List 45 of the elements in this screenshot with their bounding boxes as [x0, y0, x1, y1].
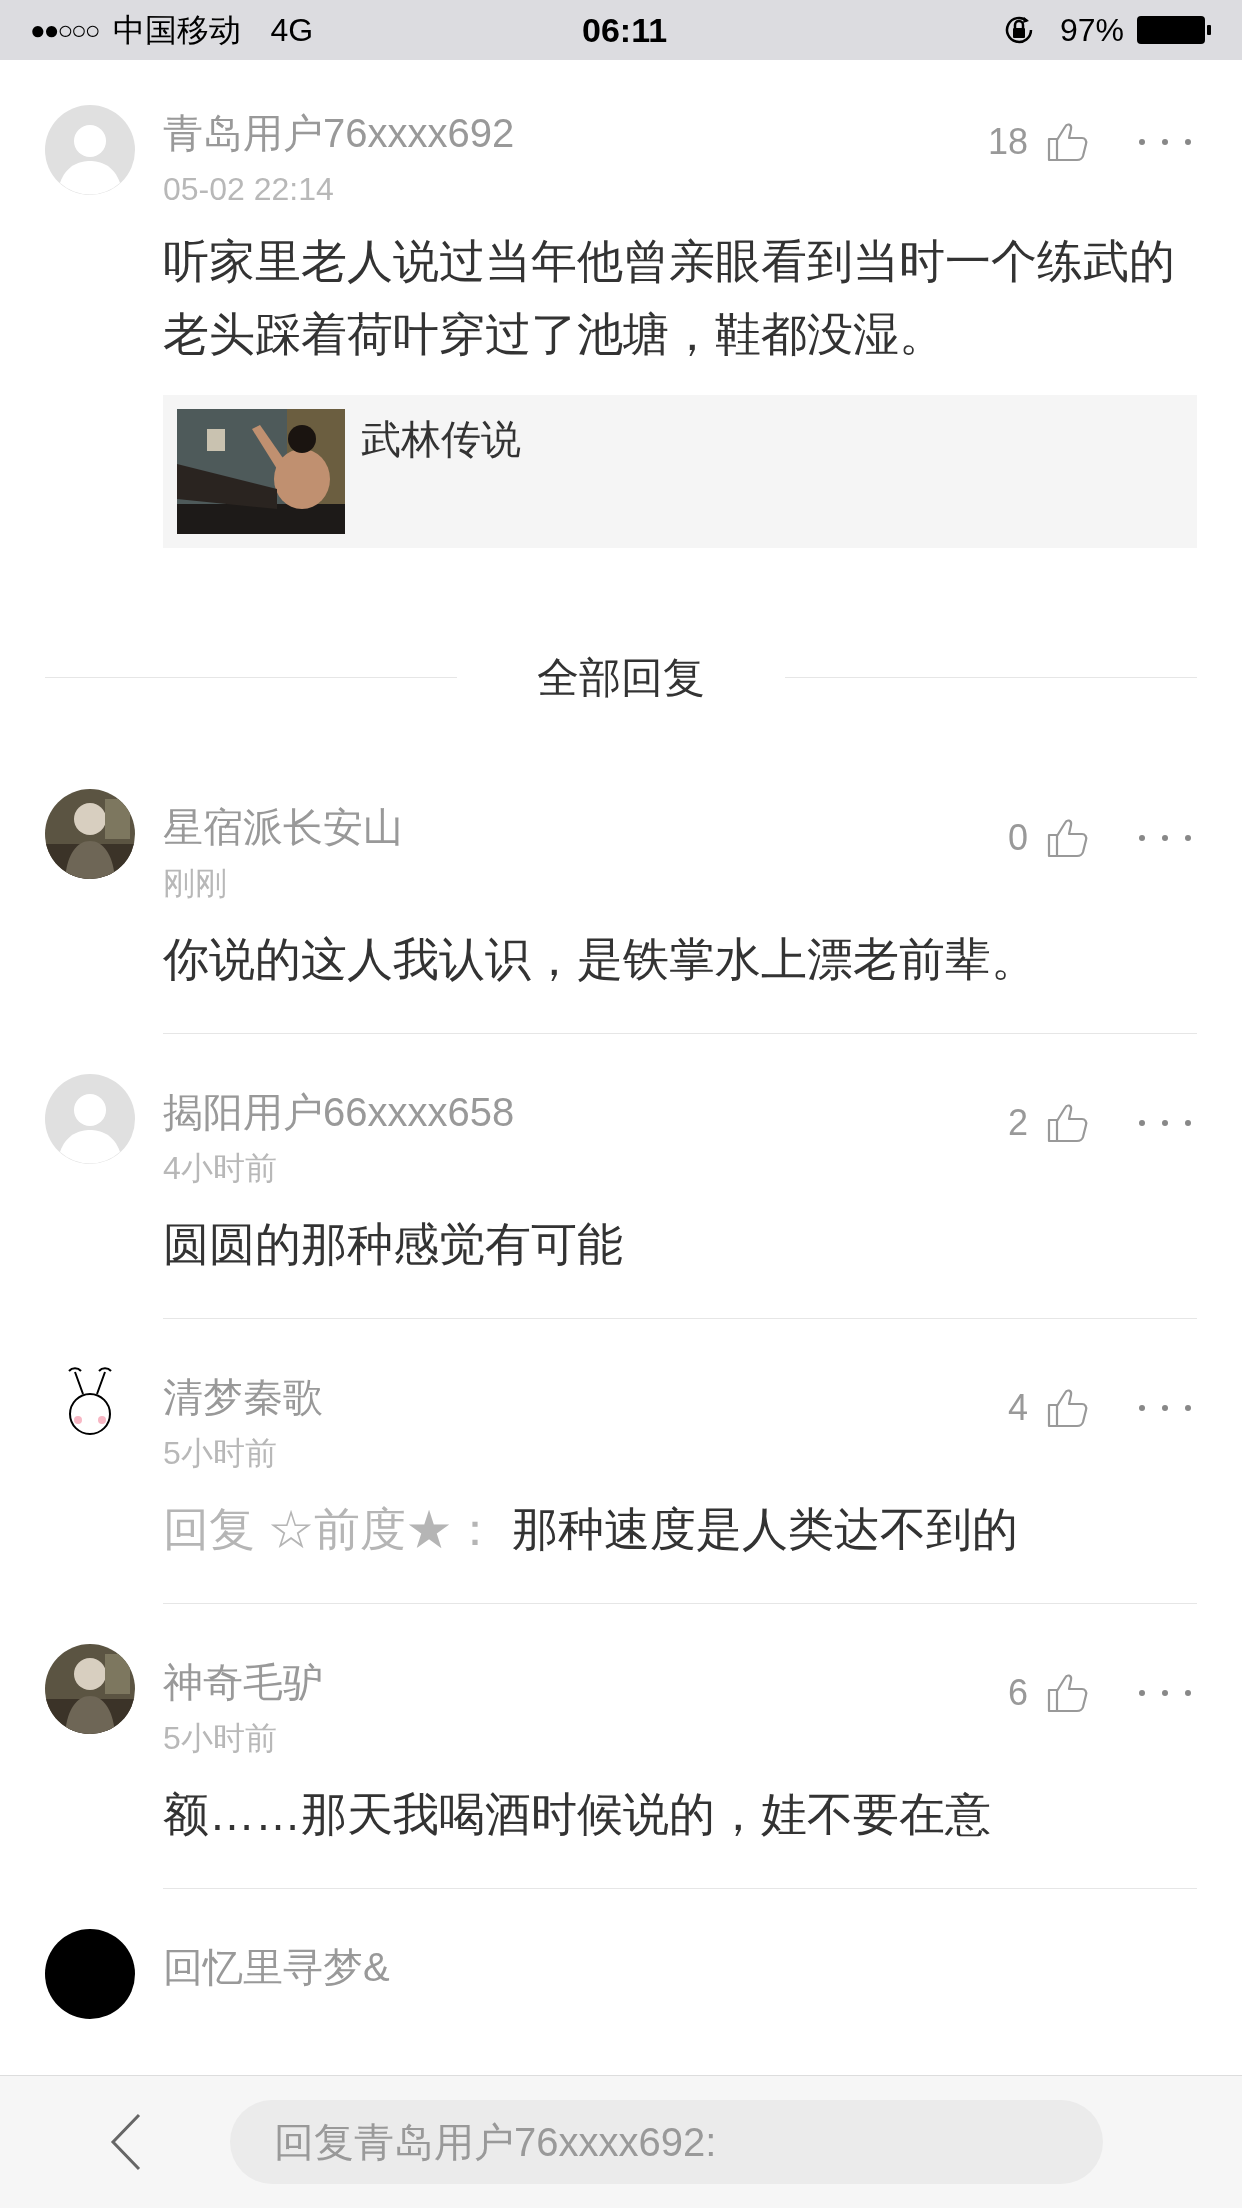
- reply-input[interactable]: 回复青岛用户76xxxx692:: [230, 2100, 1103, 2184]
- comment-time: 4小时前: [163, 1149, 278, 1188]
- avatar-icon: [45, 105, 135, 195]
- like-count: 18: [987, 120, 1028, 164]
- more-icon[interactable]: [1138, 834, 1192, 842]
- more-icon[interactable]: [1138, 138, 1192, 146]
- reply-text: 圆圆的那种感觉有可能: [163, 1212, 1197, 1319]
- thumbs-up-icon[interactable]: [1046, 1102, 1088, 1144]
- user-name[interactable]: 清梦秦歌: [163, 1371, 1008, 1423]
- more-icon[interactable]: [1138, 1689, 1192, 1697]
- thumbs-up-icon[interactable]: [1046, 121, 1088, 163]
- more-icon[interactable]: [1138, 1404, 1192, 1412]
- like-count: 0: [1007, 816, 1028, 860]
- battery-icon: [1136, 14, 1212, 46]
- link-card[interactable]: 武林传说: [163, 395, 1197, 548]
- user-name[interactable]: 神奇毛驴: [163, 1656, 1008, 1708]
- comment-time: 刚刚: [163, 864, 228, 903]
- avatar-icon: [45, 1074, 135, 1164]
- reply-text: 回复 ☆前度★： 那种速度是人类达不到的: [163, 1497, 1197, 1604]
- like-count: 4: [1007, 1386, 1028, 1430]
- like-count: 2: [1007, 1101, 1028, 1145]
- comment-time: 5小时前: [163, 1719, 278, 1758]
- clock: 06:11: [582, 9, 668, 51]
- user-name[interactable]: 星宿派长安山: [163, 801, 1008, 853]
- battery-percent: 97%: [1059, 11, 1124, 50]
- thumbs-up-icon[interactable]: [1046, 817, 1088, 859]
- thumbs-up-icon[interactable]: [1046, 1672, 1088, 1714]
- back-icon[interactable]: [110, 2113, 142, 2171]
- user-name[interactable]: 青岛用户76xxxx692: [163, 107, 988, 159]
- comment-text: 听家里老人说过当年他曾亲眼看到当时一个练武的老头踩着荷叶穿过了池塘，鞋都没湿。: [163, 234, 1176, 362]
- signal-strength: ●●○○○: [30, 13, 99, 47]
- avatar-icon: [45, 1929, 135, 2019]
- comment-time: 05-02 22:14: [163, 170, 335, 209]
- card-title: 武林传说: [361, 416, 521, 463]
- section-title: 全部回复: [537, 653, 705, 703]
- like-count: 6: [1007, 1671, 1028, 1715]
- carrier-name: 中国移动: [112, 11, 241, 50]
- reply-text: 额……那天我喝酒时候说的，娃不要在意: [163, 1782, 1197, 1889]
- more-icon[interactable]: [1138, 1119, 1192, 1127]
- comment-time: 5小时前: [163, 1434, 278, 1473]
- thumbs-up-icon[interactable]: [1046, 1387, 1088, 1429]
- network-type: 4G: [270, 11, 314, 50]
- reply-text: 你说的这人我认识，是铁掌水上漂老前辈。: [163, 927, 1197, 1034]
- user-name[interactable]: 揭阳用户66xxxx658: [163, 1086, 1008, 1138]
- user-name[interactable]: 回忆里寻梦&: [163, 1941, 1242, 1993]
